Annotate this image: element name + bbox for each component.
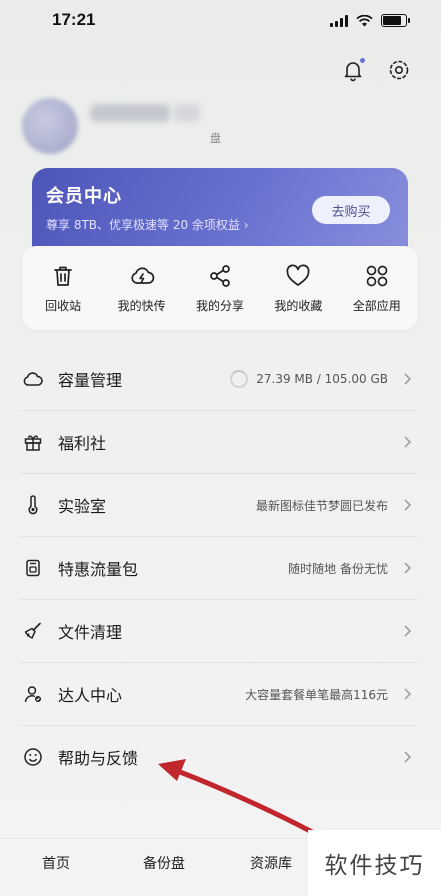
quick-action-recycle-bin[interactable]: 回收站 <box>25 263 101 314</box>
trash-icon <box>54 266 73 286</box>
user-check-icon <box>22 683 44 705</box>
quick-action-label: 我的快传 <box>117 298 166 313</box>
quick-action-label: 我的收藏 <box>274 298 323 313</box>
menu-item-hint: 大容量套餐单笔最高116元 <box>245 687 388 702</box>
chevron-right-icon <box>404 499 412 511</box>
menu-item-label: 文件清理 <box>58 623 123 642</box>
status-bar: 17:21 <box>0 0 441 44</box>
username-blurred-2 <box>174 104 200 122</box>
quick-action-transfer[interactable]: 我的快传 <box>104 263 180 314</box>
battery-icon <box>381 14 410 27</box>
menu-item-label: 容量管理 <box>58 371 123 390</box>
quick-action-label: 回收站 <box>45 298 82 313</box>
storage-usage-text: 27.39 MB / 105.00 GB <box>256 372 388 386</box>
watermark-text: 软件技巧 <box>324 853 425 879</box>
quick-action-label: 全部应用 <box>352 298 401 313</box>
user-profile[interactable]: 盘 <box>22 98 322 162</box>
menu-item-label: 达人中心 <box>58 686 123 705</box>
buy-vip-button[interactable]: 去购买 <box>312 196 390 224</box>
menu-item-lab[interactable]: 实验室 最新图标佳节梦圆已发布 <box>20 474 418 537</box>
menu-item-file-cleanup[interactable]: 文件清理 <box>20 600 418 663</box>
broom-icon <box>22 620 44 642</box>
chevron-right-icon <box>404 373 412 385</box>
share-icon <box>210 264 230 287</box>
menu-item-expert-center[interactable]: 达人中心 大容量套餐单笔最高116元 <box>20 663 418 726</box>
notification-dot <box>360 58 365 63</box>
menu-item-label: 福利社 <box>58 434 107 453</box>
menu-item-label: 实验室 <box>58 497 107 516</box>
top-actions <box>341 58 411 82</box>
menu-item-storage[interactable]: 容量管理 27.39 MB / 105.00 GB <box>20 348 418 411</box>
sim-card-icon <box>22 557 44 579</box>
quick-action-all-apps[interactable]: 全部应用 <box>339 263 415 314</box>
apps-grid-icon <box>366 265 388 286</box>
storage-usage: 27.39 MB / 105.00 GB <box>230 370 388 388</box>
storage-ring-icon <box>230 370 249 388</box>
status-time: 17:21 <box>52 10 96 29</box>
chevron-right-icon <box>404 751 412 763</box>
menu-item-label: 帮助与反馈 <box>58 749 139 768</box>
username-blurred <box>90 104 170 122</box>
tab-backup[interactable]: 备份盘 <box>143 853 185 873</box>
menu-item-label: 特惠流量包 <box>58 560 139 579</box>
quick-actions-panel: 回收站 我的快传 我的分享 我的收藏 全部应用 <box>22 246 418 330</box>
tab-home[interactable]: 首页 <box>42 853 70 873</box>
cloud-icon <box>22 368 44 390</box>
chevron-right-icon <box>404 625 412 637</box>
chevron-right-icon <box>404 688 412 700</box>
tab-resources[interactable]: 资源库 <box>250 853 292 873</box>
cellular-signal-icon <box>330 14 348 27</box>
avatar[interactable] <box>22 98 78 154</box>
thermometer-icon <box>22 494 44 516</box>
heart-icon <box>286 264 310 286</box>
vip-subtitle[interactable]: 尊享 8TB、优享极速等 20 余项权益 › <box>46 216 249 233</box>
quick-action-favorites[interactable]: 我的收藏 <box>260 263 336 314</box>
menu-item-data-package[interactable]: 特惠流量包 随时随地 备份无忧 <box>20 537 418 600</box>
status-icons <box>330 14 410 27</box>
pan-tag: 盘 <box>210 132 221 145</box>
chevron-right-icon <box>404 436 412 448</box>
quick-action-label: 我的分享 <box>195 298 244 313</box>
menu-item-hint: 随时随地 备份无忧 <box>288 561 388 576</box>
notification-bell-icon[interactable] <box>341 58 365 82</box>
watermark: 软件技巧 <box>308 830 441 896</box>
quick-action-share[interactable]: 我的分享 <box>182 263 258 314</box>
wifi-icon <box>356 14 373 26</box>
settings-menu: 容量管理 27.39 MB / 105.00 GB 福利社 实验室 最新图标佳节… <box>20 348 418 788</box>
chevron-right-icon <box>404 562 412 574</box>
menu-item-hint: 最新图标佳节梦圆已发布 <box>255 498 388 513</box>
gift-icon <box>22 431 44 453</box>
menu-item-help-feedback[interactable]: 帮助与反馈 <box>20 726 418 788</box>
smile-icon <box>22 746 44 768</box>
vip-title: 会员中心 <box>46 186 122 207</box>
settings-gear-icon[interactable] <box>387 58 411 82</box>
cloud-bolt-icon <box>130 266 154 284</box>
menu-item-welfare[interactable]: 福利社 <box>20 411 418 474</box>
